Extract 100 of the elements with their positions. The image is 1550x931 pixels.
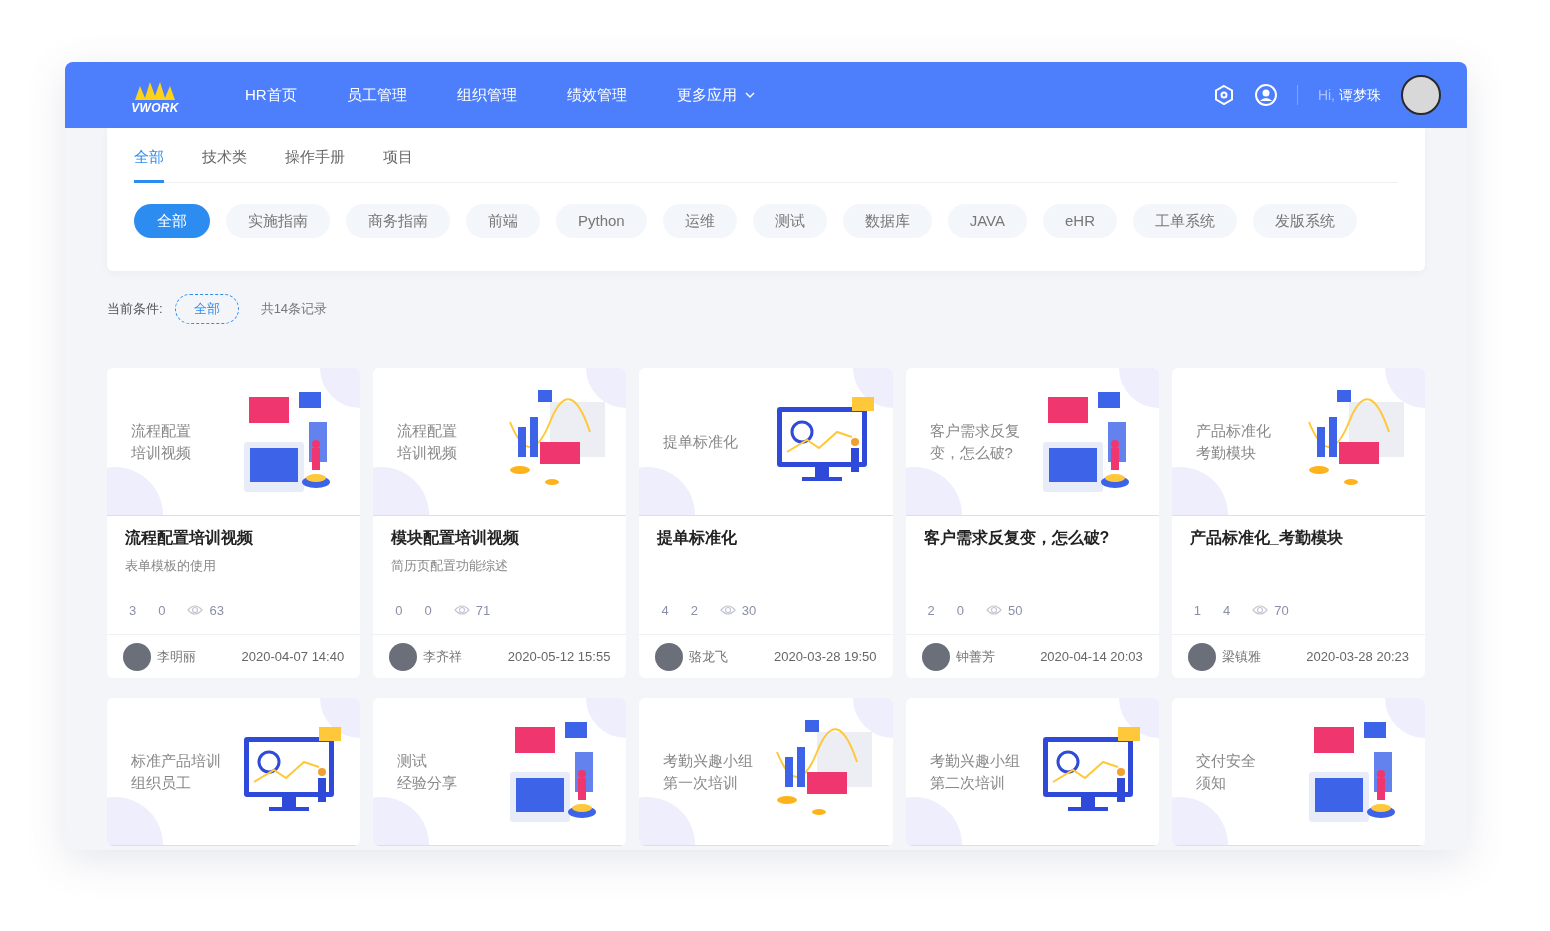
chevron-down-icon <box>744 92 755 98</box>
tag-chip[interactable]: 运维 <box>662 204 737 238</box>
cover-text: 第二次培训 <box>929 772 1006 793</box>
avatar <box>123 642 151 671</box>
cover-text: 提单标准化 <box>663 431 739 452</box>
author-name: 梁镇雅 <box>1221 647 1261 666</box>
post-date: 2020-05-12 15:55 <box>507 647 611 666</box>
article-card[interactable]: 标准产品培训 组织员工 <box>107 698 361 846</box>
stat-count: 3 <box>129 601 137 620</box>
user-name: 谭梦珠 <box>1339 85 1381 105</box>
card-title: 产品标准化_考勤模块 <box>1189 528 1344 548</box>
card-title: 提单标准化 <box>657 528 739 548</box>
article-card[interactable]: 产品标准化 考勤模块 产品标准化_考勤模块 1 4 70 梁镇雅 2020-03-28 20:23 <box>1171 368 1425 678</box>
tag-chip[interactable]: 商务指南 <box>346 204 450 238</box>
author-name: 李明丽 <box>157 647 196 666</box>
stat-count: 1 <box>1193 601 1202 620</box>
cover-text: 考勤兴趣小组 <box>929 750 1020 771</box>
author-name: 李齐祥 <box>423 647 463 666</box>
article-card[interactable]: 提单标准化 提单标准化 4 2 30 骆龙飞 2020-03-28 19:50 <box>639 368 893 678</box>
article-card[interactable]: 流程配置 培训视频 流程配置培训视频 表单模板的使用 3 0 63 李明丽 2020-04-07 14:40 <box>107 368 361 678</box>
user-icon[interactable] <box>1254 84 1277 106</box>
category-tab[interactable]: 全部 <box>134 145 164 183</box>
cover-text: 培训视频 <box>397 442 458 463</box>
stat-count: 4 <box>1223 601 1231 620</box>
article-card[interactable]: 测试 经验分享 <box>373 698 627 846</box>
tag-chip[interactable]: Python <box>556 204 647 238</box>
stat-count: 4 <box>661 601 669 620</box>
tag-chip[interactable]: 全部 <box>134 204 210 238</box>
avatar <box>389 642 418 671</box>
avatar[interactable] <box>1401 75 1441 115</box>
post-date: 2020-04-14 20:03 <box>1040 647 1143 666</box>
post-date: 2020-04-07 14:40 <box>241 647 345 666</box>
cover-text: 培训视频 <box>131 442 191 463</box>
nav-link[interactable]: 更多应用 <box>676 83 755 107</box>
stat-count: 0 <box>424 601 432 620</box>
stat-count: 0 <box>395 601 403 620</box>
view-count: 71 <box>475 601 491 620</box>
record-count: 共14条记录 <box>260 300 328 319</box>
tag-chip[interactable]: eHR <box>1043 204 1117 238</box>
tag-chip[interactable]: 前端 <box>466 204 540 238</box>
category-tab[interactable]: 技术类 <box>202 145 247 183</box>
avatar <box>1187 642 1216 671</box>
eye-icon <box>719 604 736 617</box>
avatar <box>921 642 950 671</box>
view-count: 63 <box>209 601 224 620</box>
eye-icon <box>1252 604 1269 617</box>
greeting-text: Hi, <box>1317 85 1335 105</box>
card-title: 客户需求反复变，怎么破? <box>923 528 1111 548</box>
article-card[interactable]: 考勤兴趣小组 第一次培训 <box>639 698 893 846</box>
card-subtitle: 简历页配置功能综述 <box>391 557 510 575</box>
tag-chip[interactable]: 实施指南 <box>226 204 330 238</box>
stat-count: 0 <box>158 601 166 620</box>
cover-text: 考勤模块 <box>1195 442 1257 463</box>
article-card[interactable]: 考勤兴趣小组 第二次培训 <box>905 698 1159 846</box>
cover-text: 交付安全 <box>1195 750 1256 771</box>
cover-text: 客户需求反复 <box>929 420 1020 441</box>
tag-chip[interactable]: JAVA <box>947 204 1027 238</box>
view-count: 50 <box>1008 601 1023 620</box>
eye-icon <box>187 604 204 617</box>
article-card[interactable]: 客户需求反复 变，怎么破? 客户需求反复变，怎么破? 2 0 50 钟善芳 2020-04-14 20:03 <box>905 368 1159 678</box>
cover-text: 标准产品培训 <box>131 750 221 771</box>
logo-text: VWORK <box>131 102 179 114</box>
view-count: 30 <box>741 601 757 620</box>
tag-chip[interactable]: 数据库 <box>842 204 932 238</box>
cover-text: 产品标准化 <box>1195 420 1271 441</box>
category-tab[interactable]: 操作手册 <box>285 145 345 183</box>
cover-text: 流程配置 <box>131 420 191 441</box>
tag-chip[interactable]: 发版系统 <box>1253 204 1357 238</box>
nav-link[interactable]: 员工管理 <box>346 83 407 107</box>
cover-text: 考勤兴趣小组 <box>663 750 754 771</box>
tag-chip[interactable]: 工单系统 <box>1133 204 1237 238</box>
post-date: 2020-03-28 20:23 <box>1306 647 1409 666</box>
nav-link[interactable]: 组织管理 <box>456 83 517 107</box>
stat-count: 2 <box>927 601 935 620</box>
nav-link[interactable]: 绩效管理 <box>566 83 627 107</box>
article-card[interactable]: 交付安全 须知 <box>1171 698 1425 846</box>
author-name: 钟善芳 <box>955 647 995 666</box>
cover-text: 第一次培训 <box>663 772 740 793</box>
cover-text: 须知 <box>1195 772 1227 793</box>
eye-icon <box>986 604 1003 617</box>
avatar <box>655 642 684 671</box>
stat-count: 2 <box>690 601 698 620</box>
card-title: 流程配置培训视频 <box>125 528 254 548</box>
eye-icon <box>453 604 470 617</box>
cover-text: 流程配置 <box>397 420 458 441</box>
article-card[interactable]: 流程配置 培训视频 模块配置培训视频 简历页配置功能综述 0 0 71 李齐祥 2020-05-12 15:55 <box>373 368 627 678</box>
nav-link[interactable]: HR首页 <box>245 83 297 107</box>
tag-chip[interactable]: 测试 <box>752 204 827 238</box>
cover-text: 经验分享 <box>397 772 458 793</box>
cover-text: 组织员工 <box>131 772 192 793</box>
stat-count: 0 <box>956 601 965 620</box>
category-tab[interactable]: 项目 <box>383 145 413 183</box>
author-name: 骆龙飞 <box>689 647 729 666</box>
card-subtitle: 表单模板的使用 <box>125 557 217 575</box>
card-title: 模块配置培训视频 <box>391 528 521 548</box>
cover-text: 测试 <box>397 750 429 771</box>
view-count: 70 <box>1274 601 1289 620</box>
cover-text: 变，怎么破? <box>929 442 1014 463</box>
filter-label: 当前条件: <box>107 300 163 319</box>
settings-icon[interactable] <box>1212 84 1235 106</box>
